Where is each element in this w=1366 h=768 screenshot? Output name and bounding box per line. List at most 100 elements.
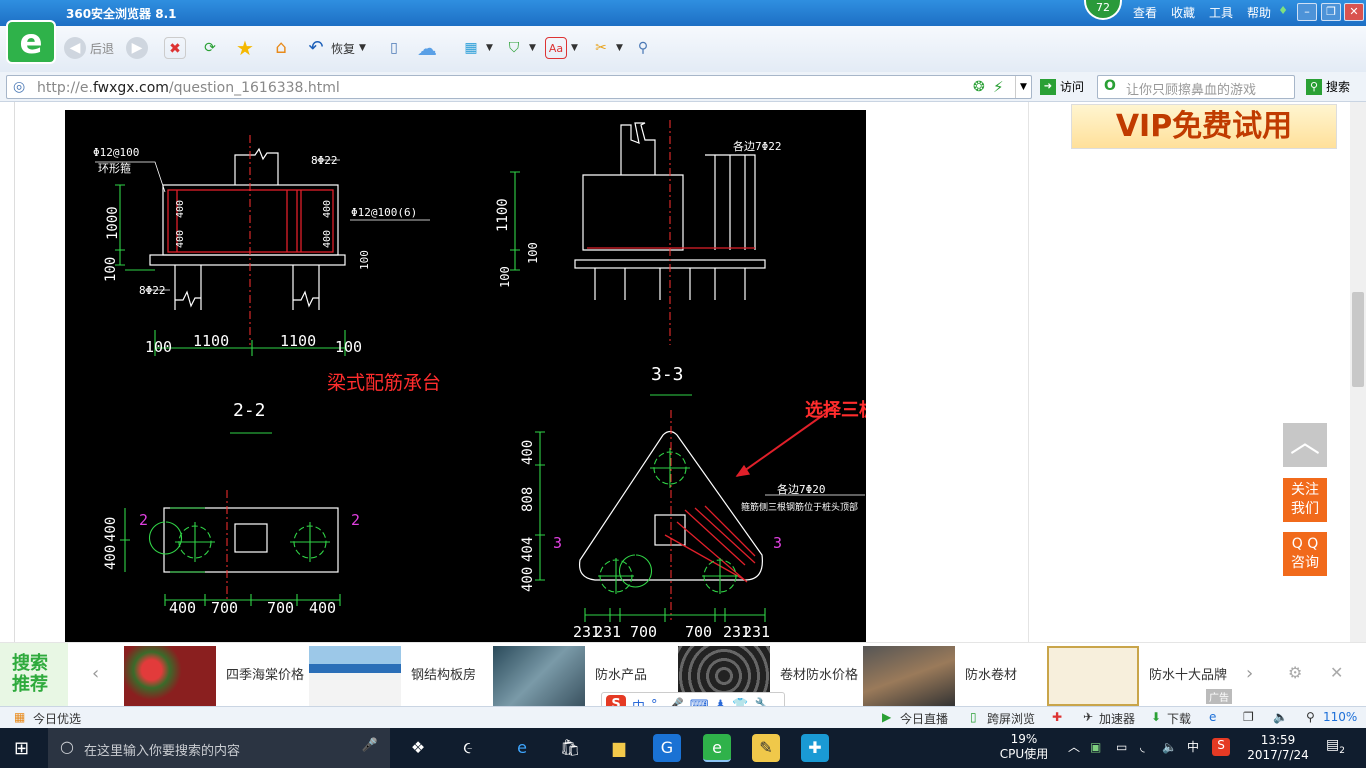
- cad-text-33-bars: 各边7Φ22: [733, 139, 782, 153]
- cad-plan3-d2: 231: [594, 623, 621, 641]
- app-g-icon[interactable]: G: [653, 734, 681, 762]
- next-arrow-icon[interactable]: ›: [1246, 663, 1253, 684]
- 360-browser-icon[interactable]: e: [703, 734, 731, 762]
- recommend-item[interactable]: 防水卷材: [863, 643, 1043, 707]
- notes-icon[interactable]: ✎: [752, 734, 780, 762]
- edge-icon[interactable]: e: [508, 734, 536, 762]
- app-spiral-icon[interactable]: ૯: [454, 734, 482, 762]
- menu-help[interactable]: 帮助: [1247, 4, 1271, 21]
- cad-text-plan3-bars: 各边7Φ20: [777, 482, 826, 496]
- zoom-button[interactable]: ⚲: [632, 34, 654, 62]
- recommend-item[interactable]: 钢结构板房: [309, 643, 489, 707]
- cad-dim-b4: 100: [335, 338, 362, 356]
- waterproof-image: [493, 646, 585, 706]
- stop-button[interactable]: ✖: [164, 34, 186, 62]
- tray-up-icon[interactable]: ︿: [1068, 740, 1080, 755]
- accelerator[interactable]: 加速器: [1099, 710, 1135, 727]
- cad-drawing: Φ12@100 环形箍 8Φ22 Φ12@100(6) 8Φ22 各边7Φ22 …: [65, 110, 866, 642]
- translate-button[interactable]: Aa ▼: [545, 34, 578, 62]
- favorite-button[interactable]: ★: [234, 34, 256, 62]
- follow-us-button[interactable]: 关注 我们: [1283, 478, 1327, 522]
- star-icon: ★: [236, 36, 254, 60]
- cad-dim-b2: 1100: [193, 332, 229, 350]
- menu-favorites[interactable]: 收藏: [1171, 4, 1195, 21]
- forward-button[interactable]: ▶: [126, 34, 148, 62]
- refresh-button[interactable]: ⟳: [199, 34, 221, 62]
- url-input[interactable]: ◎ http://e.fwxgx.com/question_1616338.ht…: [6, 75, 1032, 99]
- clock[interactable]: 13:59 2017/7/24: [1240, 733, 1316, 763]
- visit-button[interactable]: ➜ 访问: [1040, 78, 1084, 95]
- prev-arrow-icon[interactable]: ‹: [92, 663, 99, 684]
- scrollbar-thumb[interactable]: [1352, 292, 1364, 387]
- gpu-icon[interactable]: ▣: [1090, 740, 1101, 755]
- menu-view[interactable]: 查看: [1133, 4, 1157, 21]
- restore-button[interactable]: ↶ 恢复 ▼: [305, 34, 365, 62]
- ie-icon[interactable]: e: [1209, 710, 1216, 724]
- speed-icon[interactable]: ⚡: [993, 78, 1004, 96]
- battery-icon[interactable]: ▭: [1116, 740, 1127, 755]
- mic-icon[interactable]: 🎤: [362, 738, 378, 753]
- search-icon: ⚲: [1306, 78, 1322, 95]
- vip-banner[interactable]: VIP免费试用: [1071, 104, 1337, 149]
- explorer-icon[interactable]: ▆: [605, 734, 633, 762]
- zoom-level[interactable]: 110%: [1323, 710, 1357, 724]
- app-plus-icon[interactable]: ✚: [801, 734, 829, 762]
- mobile-button[interactable]: ▯: [383, 34, 405, 62]
- window-icon[interactable]: ❐: [1243, 710, 1254, 724]
- cad-plan2-d4: 400: [309, 599, 336, 617]
- cad-dim-b3: 1100: [280, 332, 316, 350]
- recommend-item[interactable]: 四季海棠价格: [124, 643, 304, 707]
- rocket-icon: ✈: [1083, 710, 1094, 724]
- scrollbar[interactable]: [1350, 102, 1366, 702]
- score-badge[interactable]: 72: [1084, 0, 1122, 20]
- apps-button[interactable]: ▦ ▼: [460, 34, 493, 62]
- menu-tools[interactable]: 工具: [1209, 4, 1233, 21]
- settings-icon[interactable]: ⚙: [1288, 663, 1302, 682]
- ime-indicator[interactable]: 中: [1187, 740, 1199, 755]
- cad-plan2-d3: 700: [267, 599, 294, 617]
- volume-icon[interactable]: 🔈: [1273, 710, 1288, 724]
- qq-consult-button[interactable]: Q Q 咨询: [1283, 532, 1327, 576]
- recommend-item[interactable]: 防水十大品牌: [1047, 643, 1227, 707]
- search-input[interactable]: O 让你只顾擦鼻血的游戏: [1097, 75, 1295, 99]
- back-to-top-button[interactable]: ︿: [1283, 423, 1327, 467]
- home-button[interactable]: ⌂: [270, 34, 292, 62]
- windows-start-icon[interactable]: ⊞: [14, 738, 29, 759]
- cpu-meter[interactable]: 19% CPU使用: [992, 732, 1056, 762]
- task-view-icon[interactable]: ❖: [404, 734, 432, 762]
- cad-400d: 400: [322, 230, 333, 248]
- minimize-button[interactable]: –: [1297, 3, 1317, 21]
- back-button[interactable]: ◀ 后退: [64, 34, 114, 62]
- cross-screen[interactable]: 跨屏浏览: [987, 710, 1035, 727]
- today-picks[interactable]: 今日优选: [33, 710, 81, 727]
- search-button[interactable]: ⚲ 搜索: [1306, 78, 1350, 95]
- close-icon[interactable]: ✕: [1330, 663, 1343, 682]
- cad-plan3-v4: 400: [520, 567, 536, 592]
- cad-mark-3r: 3: [773, 534, 782, 552]
- store-icon[interactable]: 🛍: [556, 734, 584, 762]
- wifi-icon[interactable]: ◟: [1140, 740, 1145, 755]
- security-button[interactable]: ⛉ ▼: [503, 34, 536, 62]
- download-button[interactable]: 下载: [1167, 710, 1191, 727]
- close-button[interactable]: ✕: [1344, 3, 1364, 21]
- cad-dim-b1: 100: [145, 338, 172, 356]
- speaker-icon[interactable]: 🔈: [1162, 740, 1177, 755]
- cad-mark-2r: 2: [351, 511, 360, 529]
- screenshot-button[interactable]: ✂ ▼: [590, 34, 623, 62]
- cad-svg: Φ12@100 环形箍 8Φ22 Φ12@100(6) 8Φ22 各边7Φ22 …: [93, 120, 866, 641]
- address-bar: ◎ http://e.fwxgx.com/question_1616338.ht…: [0, 72, 1366, 102]
- apps-icon: ▦: [464, 40, 478, 56]
- cad-text-bottom-bars: 8Φ22: [139, 284, 166, 297]
- medical-icon[interactable]: ✚: [1052, 710, 1062, 724]
- skin-icon[interactable]: ♦: [1273, 3, 1293, 21]
- url-dropdown-icon[interactable]: ▼: [1015, 76, 1031, 98]
- cloud-button[interactable]: ☁: [416, 34, 438, 62]
- shield-icon: ⛉: [508, 40, 520, 56]
- today-live[interactable]: 今日直播: [900, 710, 948, 727]
- undo-icon: ↶: [308, 37, 324, 58]
- sogou-tray-icon[interactable]: S: [1212, 738, 1230, 756]
- security-status-icon[interactable]: ❂: [973, 79, 985, 95]
- notification-icon[interactable]: ▤2: [1326, 738, 1345, 759]
- maximize-button[interactable]: ❐: [1321, 3, 1341, 21]
- taskbar-search[interactable]: ○ 在这里输入你要搜索的内容 🎤: [48, 728, 390, 768]
